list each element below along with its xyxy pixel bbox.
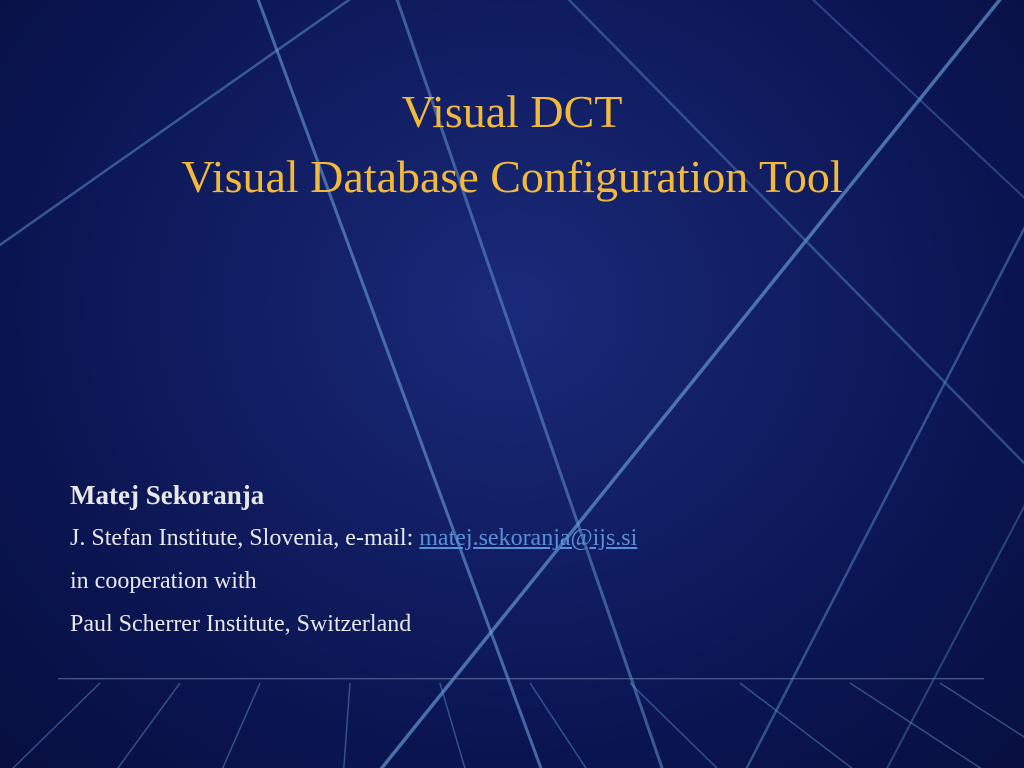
author-block: Matej Sekoranja J. Stefan Institute, Slo…	[70, 480, 637, 654]
title-sub: Visual Database Configuration Tool	[0, 150, 1024, 203]
footer-divider	[58, 678, 984, 680]
affiliation-text: J. Stefan Institute, Slovenia, e-mail:	[70, 525, 419, 551]
title-block: Visual DCT Visual Database Configuration…	[0, 0, 1024, 203]
cooperation-label: in cooperation with	[70, 568, 637, 595]
title-main: Visual DCT	[0, 85, 1024, 138]
author-email-link[interactable]: matej.sekoranja@ijs.si	[419, 525, 637, 551]
author-affiliation: J. Stefan Institute, Slovenia, e-mail: m…	[70, 525, 637, 552]
author-name: Matej Sekoranja	[70, 480, 637, 511]
slide-content: Visual DCT Visual Database Configuration…	[0, 0, 1024, 768]
cooperation-org: Paul Scherrer Institute, Switzerland	[70, 611, 637, 638]
